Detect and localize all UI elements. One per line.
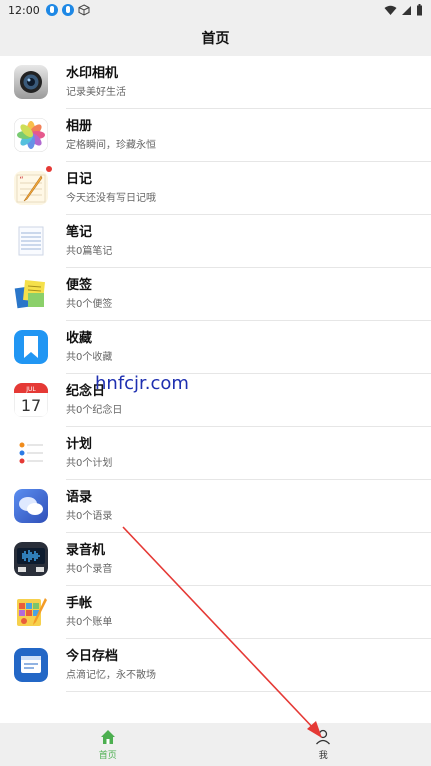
- nav-me-label: 我: [318, 751, 328, 761]
- item-title: 相册: [66, 119, 93, 134]
- divider: [66, 691, 431, 692]
- item-title: 便签: [66, 278, 93, 293]
- item-subtitle: 共0个录音: [66, 564, 113, 575]
- list-item-recorder[interactable]: 录音机 共0个录音: [0, 533, 431, 586]
- reminders-icon: [14, 436, 48, 470]
- item-subtitle: 共0篇笔记: [66, 246, 113, 257]
- item-title: 水印相机: [66, 66, 119, 81]
- person-icon: [316, 729, 331, 745]
- page-title: 首页: [0, 20, 431, 56]
- item-title: 语录: [66, 490, 93, 505]
- battery-icon: [417, 4, 422, 16]
- nav-home-label: 首页: [98, 751, 117, 761]
- download-icon: [61, 4, 74, 16]
- item-title: 收藏: [66, 331, 93, 346]
- list-item-notes[interactable]: 笔记 共0篇笔记: [0, 215, 431, 268]
- list-item-diary[interactable]: “ 日记 今天还没有写日记哦: [0, 162, 431, 215]
- list-item-camera[interactable]: 水印相机 记录美好生活: [0, 56, 431, 109]
- item-subtitle: 定格瞬间，珍藏永恒: [66, 140, 156, 151]
- list-item-ledger[interactable]: 手帐 共0个账单: [0, 586, 431, 639]
- wifi-icon: [384, 5, 397, 15]
- item-subtitle: 共0个纪念日: [66, 405, 123, 416]
- download-icon: [45, 4, 58, 16]
- notification-dot: [46, 166, 52, 172]
- archive-icon: [14, 648, 48, 682]
- calendar-day: 17: [21, 396, 41, 415]
- list-item-quotes[interactable]: 语录 共0个语录: [0, 480, 431, 533]
- list-item-anniversary[interactable]: JUL 17 纪念日 共0个纪念日: [0, 374, 431, 427]
- ledger-icon: [14, 595, 48, 629]
- item-title: 今日存档: [66, 649, 119, 664]
- diary-icon: “: [14, 171, 48, 205]
- photos-icon: [14, 118, 48, 152]
- nav-me[interactable]: 我: [216, 723, 431, 766]
- item-title: 笔记: [66, 225, 93, 240]
- status-bar: 12:00: [0, 0, 431, 20]
- item-subtitle: 共0个便签: [66, 299, 113, 310]
- item-subtitle: 记录美好生活: [66, 87, 126, 98]
- signal-icon: [402, 5, 411, 15]
- sticky-notes-icon: [14, 277, 48, 311]
- watermark-text: hnfcjr.com: [95, 373, 189, 394]
- item-subtitle: 共0个收藏: [66, 352, 113, 363]
- list-item-archive[interactable]: 今日存档 点滴记忆，永不散场: [0, 639, 431, 692]
- home-icon: [100, 730, 115, 744]
- feature-list: 水印相机 记录美好生活 相册 定格瞬间，珍藏永恒 “ 日记 今天还没有写日记哦 …: [0, 56, 431, 692]
- calendar-month: JUL: [25, 386, 36, 393]
- cube-icon: [78, 4, 90, 16]
- recorder-icon: [14, 542, 48, 576]
- chat-bubbles-icon: [14, 489, 48, 523]
- item-subtitle: 点滴记忆，永不散场: [66, 670, 156, 681]
- item-title: 计划: [66, 437, 93, 452]
- nav-home[interactable]: 首页: [0, 723, 216, 766]
- item-subtitle: 今天还没有写日记哦: [66, 193, 156, 204]
- svg-text:“: “: [19, 175, 24, 186]
- list-item-plan[interactable]: 计划 共0个计划: [0, 427, 431, 480]
- item-title: 手帐: [66, 596, 93, 611]
- status-time: 12:00: [8, 3, 40, 17]
- camera-icon: [14, 65, 48, 99]
- bookmark-icon: [14, 330, 48, 364]
- calendar-icon: JUL 17: [14, 383, 48, 417]
- item-subtitle: 共0个计划: [66, 458, 113, 469]
- item-title: 录音机: [66, 543, 106, 558]
- item-subtitle: 共0个语录: [66, 511, 113, 522]
- list-item-photos[interactable]: 相册 定格瞬间，珍藏永恒: [0, 109, 431, 162]
- notes-icon: [14, 224, 48, 258]
- item-title: 日记: [66, 172, 93, 187]
- list-item-sticky-notes[interactable]: 便签 共0个便签: [0, 268, 431, 321]
- item-subtitle: 共0个账单: [66, 617, 113, 628]
- bottom-nav: 首页 我: [0, 723, 431, 766]
- list-item-bookmark[interactable]: 收藏 共0个收藏: [0, 321, 431, 374]
